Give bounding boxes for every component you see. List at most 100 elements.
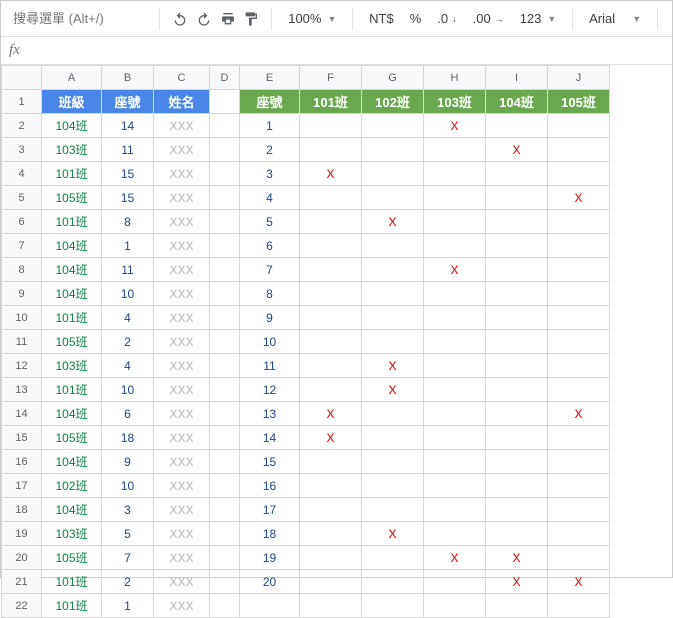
cell[interactable] xyxy=(300,330,362,354)
cell[interactable]: 105班 xyxy=(548,90,610,114)
paint-format-button[interactable] xyxy=(242,6,262,32)
cell[interactable] xyxy=(210,474,240,498)
cell[interactable] xyxy=(362,450,424,474)
cell[interactable] xyxy=(210,258,240,282)
cell[interactable]: X xyxy=(362,378,424,402)
cell[interactable]: 105班 xyxy=(42,426,102,450)
cell[interactable] xyxy=(486,330,548,354)
cell[interactable]: XXX xyxy=(154,354,210,378)
cell[interactable] xyxy=(210,186,240,210)
formula-bar[interactable]: fx xyxy=(1,37,672,65)
row-header[interactable]: 6 xyxy=(2,210,42,234)
cell[interactable]: 15 xyxy=(102,162,154,186)
cell[interactable] xyxy=(362,234,424,258)
cell[interactable] xyxy=(300,234,362,258)
cell[interactable]: 4 xyxy=(102,354,154,378)
cell[interactable] xyxy=(548,330,610,354)
cell[interactable] xyxy=(300,210,362,234)
cell[interactable]: 7 xyxy=(102,546,154,570)
cell[interactable] xyxy=(362,330,424,354)
cell[interactable] xyxy=(424,474,486,498)
cell[interactable] xyxy=(548,162,610,186)
cell[interactable] xyxy=(424,210,486,234)
cell[interactable] xyxy=(210,546,240,570)
cell[interactable] xyxy=(210,594,240,618)
cell[interactable]: 105班 xyxy=(42,186,102,210)
cell[interactable]: 16 xyxy=(240,474,300,498)
cell[interactable]: X xyxy=(548,570,610,594)
cell[interactable] xyxy=(548,378,610,402)
cell[interactable] xyxy=(210,138,240,162)
row-header[interactable]: 4 xyxy=(2,162,42,186)
cell[interactable] xyxy=(300,354,362,378)
cell[interactable]: X xyxy=(424,114,486,138)
cell[interactable] xyxy=(486,162,548,186)
row-header[interactable]: 10 xyxy=(2,306,42,330)
cell[interactable] xyxy=(486,450,548,474)
cell[interactable]: 11 xyxy=(102,138,154,162)
cell[interactable]: X xyxy=(548,186,610,210)
increase-decimal-button[interactable]: .00→ xyxy=(467,6,510,32)
cell[interactable]: 座號 xyxy=(240,90,300,114)
cell[interactable]: 10 xyxy=(102,282,154,306)
cell[interactable]: 12 xyxy=(240,378,300,402)
cell[interactable] xyxy=(486,234,548,258)
cell[interactable]: 101班 xyxy=(42,570,102,594)
cell[interactable]: 104班 xyxy=(42,402,102,426)
cell[interactable]: 2 xyxy=(102,330,154,354)
cell[interactable]: XXX xyxy=(154,378,210,402)
cell[interactable] xyxy=(210,210,240,234)
cell[interactable]: 4 xyxy=(240,186,300,210)
cell[interactable]: XXX xyxy=(154,402,210,426)
cell[interactable] xyxy=(362,258,424,282)
cell[interactable]: X xyxy=(486,138,548,162)
cell[interactable]: 103班 xyxy=(42,138,102,162)
col-header[interactable]: J xyxy=(548,66,610,90)
cell[interactable] xyxy=(362,426,424,450)
cell[interactable]: X xyxy=(300,402,362,426)
row-header[interactable]: 18 xyxy=(2,498,42,522)
cell[interactable]: 101班 xyxy=(42,378,102,402)
cell[interactable] xyxy=(362,114,424,138)
cell[interactable]: 105班 xyxy=(42,546,102,570)
cell[interactable] xyxy=(548,498,610,522)
cell[interactable]: X xyxy=(548,402,610,426)
cell[interactable]: 14 xyxy=(240,426,300,450)
cell[interactable] xyxy=(424,354,486,378)
cell[interactable]: XXX xyxy=(154,594,210,618)
cell[interactable]: 6 xyxy=(102,402,154,426)
cell[interactable] xyxy=(300,306,362,330)
cell[interactable]: 101班 xyxy=(42,210,102,234)
cell[interactable]: X xyxy=(424,546,486,570)
cell[interactable]: XXX xyxy=(154,306,210,330)
cell[interactable] xyxy=(486,186,548,210)
cell[interactable]: XXX xyxy=(154,258,210,282)
cell[interactable]: 14 xyxy=(102,114,154,138)
cell[interactable] xyxy=(362,498,424,522)
cell[interactable] xyxy=(300,138,362,162)
cell[interactable] xyxy=(362,474,424,498)
col-header[interactable]: F xyxy=(300,66,362,90)
cell[interactable] xyxy=(486,378,548,402)
cell[interactable] xyxy=(210,402,240,426)
cell[interactable] xyxy=(300,378,362,402)
cell[interactable] xyxy=(300,594,362,618)
row-header[interactable]: 14 xyxy=(2,402,42,426)
row-header[interactable]: 2 xyxy=(2,114,42,138)
cell[interactable] xyxy=(300,546,362,570)
cell[interactable] xyxy=(424,282,486,306)
cell[interactable] xyxy=(548,138,610,162)
cell[interactable]: X xyxy=(486,546,548,570)
cell[interactable]: 2 xyxy=(102,570,154,594)
cell[interactable]: 102班 xyxy=(362,90,424,114)
cell[interactable]: 15 xyxy=(102,186,154,210)
cell[interactable]: 4 xyxy=(102,306,154,330)
cell[interactable]: XXX xyxy=(154,234,210,258)
cell[interactable]: 9 xyxy=(102,450,154,474)
cell[interactable] xyxy=(424,594,486,618)
cell[interactable] xyxy=(210,234,240,258)
cell[interactable] xyxy=(300,570,362,594)
col-header[interactable]: C xyxy=(154,66,210,90)
cell[interactable]: XXX xyxy=(154,498,210,522)
cell[interactable]: 1 xyxy=(240,114,300,138)
